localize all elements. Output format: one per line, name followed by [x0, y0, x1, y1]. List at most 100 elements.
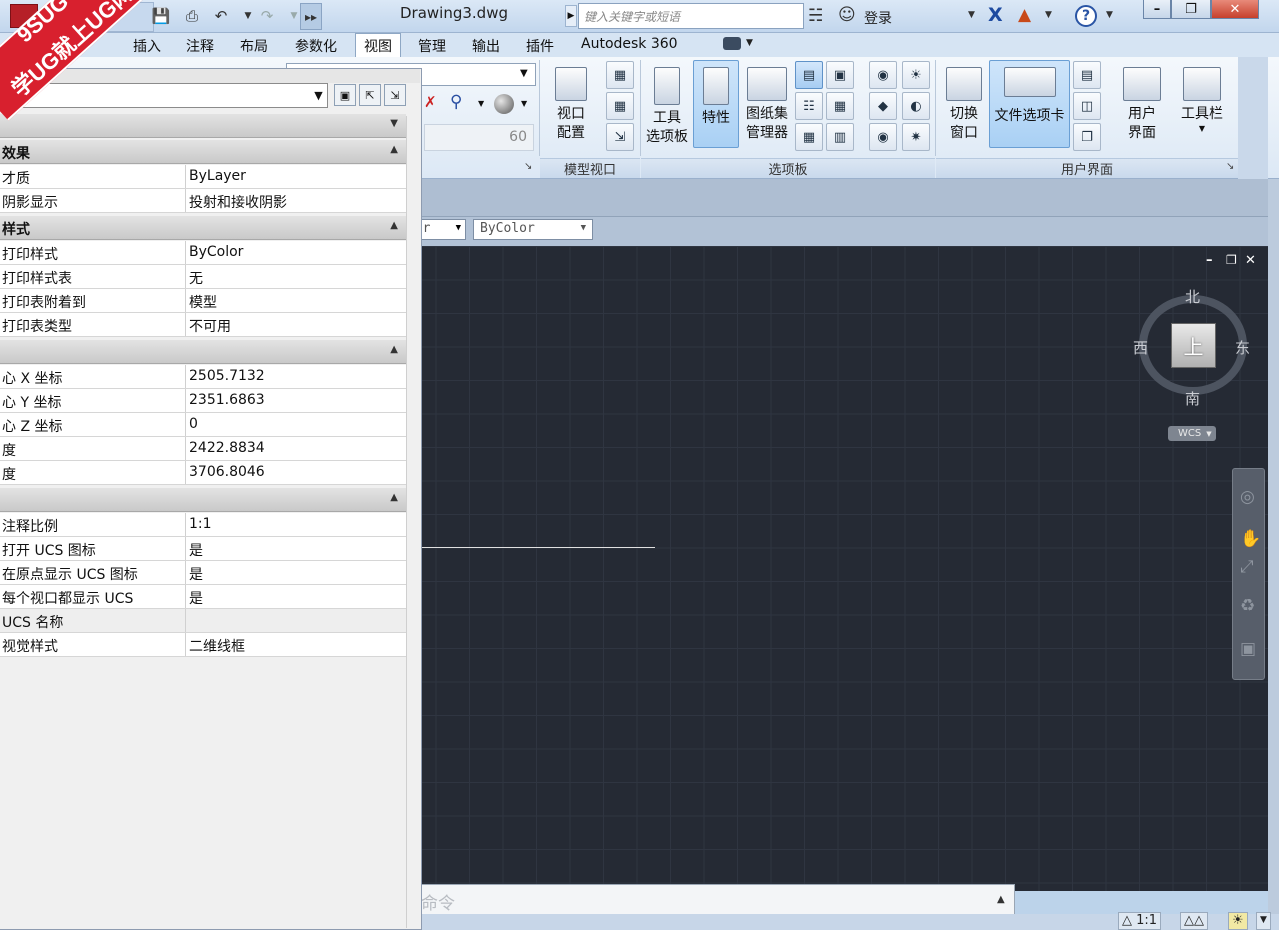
undo-icon[interactable]: ↶ — [210, 6, 232, 26]
lights-list-icon[interactable]: ◐ — [902, 92, 930, 120]
property-row[interactable]: 在原点显示 UCS 图标是 — [0, 561, 406, 585]
tab-annotate[interactable]: 注释 — [186, 33, 214, 57]
close-button[interactable]: ✕ — [1211, 0, 1259, 19]
property-row[interactable]: 度 3706.8046 — [0, 461, 406, 485]
toggle-pickadd-icon[interactable]: ▣ — [334, 84, 356, 106]
tab-parametric[interactable]: 参数化 — [295, 33, 337, 57]
panel-launcher-icon[interactable]: ↘ — [524, 161, 532, 172]
wcs-menu[interactable]: WCS ▼ — [1168, 426, 1216, 441]
switch-window-button[interactable]: 切换 窗口 — [939, 60, 989, 148]
tile-vertical-icon[interactable]: ◫ — [1073, 92, 1101, 120]
property-row[interactable]: 心 Z 坐标 0 — [0, 413, 406, 437]
tab-autodesk-360[interactable]: Autodesk 360 — [581, 33, 678, 57]
panel-ui-launcher-icon[interactable]: ↘ — [1226, 161, 1234, 172]
save-icon[interactable]: 💾 — [150, 6, 172, 26]
properties-button[interactable]: 特性 — [693, 60, 739, 148]
property-row[interactable]: 心 Y 坐标 2351.6863 — [0, 389, 406, 413]
compass-west[interactable]: 西 — [1133, 337, 1148, 358]
advanced-render-icon[interactable]: ✷ — [902, 123, 930, 151]
tab-manage[interactable]: 管理 — [418, 33, 446, 57]
command-history-icon[interactable]: ▲ — [997, 894, 1005, 905]
binoculars-icon[interactable]: ☵ — [808, 6, 823, 26]
tool-palette-button[interactable]: 工具 选项板 — [642, 60, 692, 148]
compass-east[interactable]: 东 — [1235, 337, 1250, 358]
pan-icon[interactable]: ✋ — [1240, 529, 1261, 549]
section-misc[interactable]: ▲ — [0, 488, 406, 512]
select-objects-icon[interactable]: ⇱ — [359, 84, 381, 106]
sun-properties-icon[interactable]: ☀ — [902, 61, 930, 89]
annotation-visibility-icon[interactable]: △△ — [1180, 912, 1208, 930]
search-input[interactable]: 键入关键字或短语 — [578, 3, 804, 29]
property-row[interactable]: 打印表类型 不可用 — [0, 313, 406, 337]
cascade-icon[interactable]: ❐ — [1073, 123, 1101, 151]
autodesk-360-icon[interactable]: ▲ — [1018, 5, 1031, 25]
file-tabs-button[interactable]: 文件选项卡 — [989, 60, 1070, 148]
property-row[interactable]: 打印样式表无 — [0, 265, 406, 289]
light-icon[interactable]: ✗ — [424, 93, 437, 111]
join-viewports-icon[interactable]: ▦ — [606, 92, 634, 120]
command-line-input[interactable]: 命令 — [415, 884, 1015, 916]
maximize-button[interactable]: ❐ — [1171, 0, 1211, 19]
sphere-icon[interactable] — [494, 94, 514, 114]
help-dropdown-icon[interactable]: ▼ — [1106, 10, 1113, 20]
drawn-line[interactable] — [418, 547, 655, 548]
compass-north[interactable]: 北 — [1185, 286, 1200, 307]
property-row[interactable]: 阴影显示 投射和接收阴影 — [0, 189, 406, 213]
property-row[interactable]: 注释比例 1:1 — [0, 513, 406, 537]
login-dropdown-icon[interactable]: ▼ — [968, 10, 975, 20]
360-dropdown-icon[interactable]: ▼ — [1045, 10, 1052, 20]
visual-styles-manager-icon[interactable]: ◉ — [869, 123, 897, 151]
viewport-config-button[interactable]: 视口 配置 — [546, 60, 596, 148]
compass-south[interactable]: 南 — [1185, 388, 1200, 409]
tab-output[interactable]: 输出 — [472, 33, 500, 57]
exchange-icon[interactable]: X — [988, 4, 1003, 26]
viewport-restore-icon[interactable]: ❐ — [1226, 253, 1237, 267]
viewport-close-icon[interactable]: ✕ — [1245, 253, 1256, 268]
restore-viewport-icon[interactable]: ⇲ — [606, 123, 634, 151]
materials-browser-icon[interactable]: ◆ — [869, 92, 897, 120]
property-row[interactable]: 每个视口都显示 UCS 是 — [0, 585, 406, 609]
sphere-dropdown-icon[interactable]: ▼ — [521, 99, 527, 108]
showmotion-icon[interactable]: ▣ — [1240, 639, 1256, 659]
login-button[interactable]: 登录 — [864, 8, 892, 28]
property-row[interactable]: 打开 UCS 图标是 — [0, 537, 406, 561]
render-palette-icon[interactable]: ◉ — [869, 61, 897, 89]
command-line-icon[interactable]: ▤ — [795, 61, 823, 89]
section-3d-effects[interactable]: 效果 ▲ — [0, 140, 406, 164]
palette-scrollbar[interactable] — [406, 116, 420, 928]
viewcube-top-face[interactable]: 上 — [1171, 323, 1216, 368]
section-general[interactable]: ▼ — [0, 114, 406, 138]
toolbars-button[interactable]: 工具栏 ▼ — [1174, 60, 1230, 148]
steering-wheel-icon[interactable]: ◎ — [1240, 487, 1255, 507]
quick-select-icon[interactable]: ⇲ — [384, 84, 406, 106]
status-menu-icon[interactable]: ▼ — [1256, 912, 1271, 930]
section-view[interactable]: ▲ — [0, 340, 406, 364]
sheet-set-manager-button[interactable]: 图纸集 管理器 — [741, 60, 793, 148]
print-icon[interactable]: ⎙ — [181, 6, 203, 26]
property-row[interactable]: 打印表附着到 模型 — [0, 289, 406, 313]
markup-set-icon[interactable]: ☷ — [795, 92, 823, 120]
zoom-icon[interactable]: ⤢ — [1240, 557, 1254, 577]
user-icon[interactable]: ☺ — [838, 5, 856, 25]
qat-more-icon[interactable]: ▸▸ — [300, 3, 322, 30]
tab-plugins[interactable]: 插件 — [526, 33, 554, 57]
minimize-button[interactable]: – — [1143, 0, 1171, 19]
redo-icon[interactable]: ↷ — [256, 6, 278, 26]
object-type-dropdown-icon[interactable]: ▼ — [310, 85, 327, 106]
property-row[interactable]: 才质 ByLayer — [0, 165, 406, 189]
quick-calc-icon[interactable]: ▦ — [826, 92, 854, 120]
material-dropdown-icon[interactable]: ▼ — [478, 99, 484, 108]
section-plot-style[interactable]: 样式 ▲ — [0, 216, 406, 240]
orbit-icon[interactable]: ♻ — [1240, 596, 1255, 616]
tab-layout[interactable]: 布局 — [240, 33, 268, 57]
tile-horizontal-icon[interactable]: ▤ — [1073, 61, 1101, 89]
property-row[interactable]: 打印样式 ByColor — [0, 241, 406, 265]
ribbon-minimize-icon[interactable] — [723, 37, 741, 50]
dbconnect-icon[interactable]: ▦ — [795, 123, 823, 151]
external-references-icon[interactable]: ▥ — [826, 123, 854, 151]
visual-style-dropdown-icon[interactable]: ▼ — [520, 68, 528, 79]
design-center-icon[interactable]: ▣ — [826, 61, 854, 89]
user-interface-button[interactable]: 用户 界面 — [1116, 60, 1168, 148]
isolate-objects-icon[interactable]: ☀ — [1228, 912, 1248, 930]
render-value-field[interactable]: 60 — [424, 124, 534, 151]
